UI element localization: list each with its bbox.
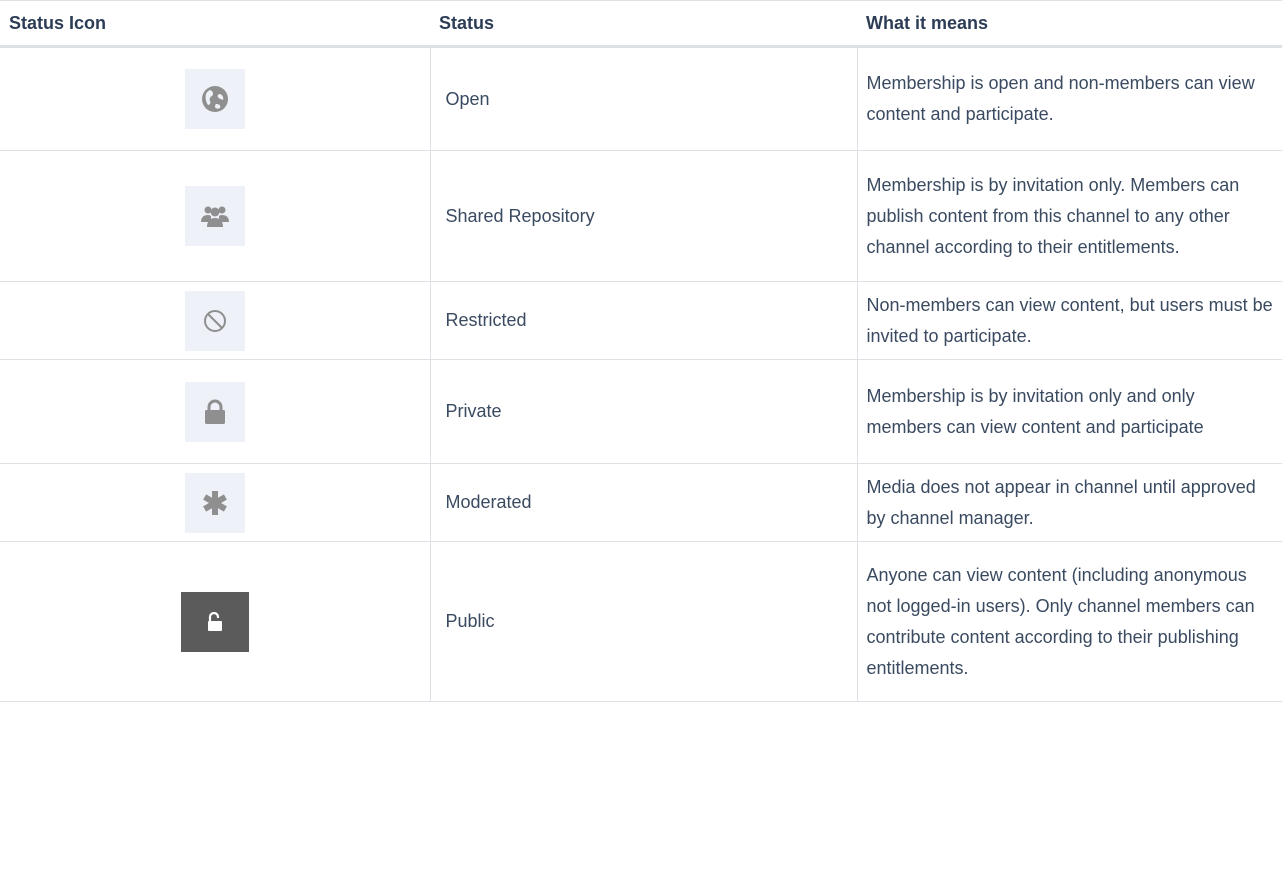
prohibited-icon (184, 290, 245, 351)
status-label: Open (429, 46, 857, 151)
status-description: Membership is by invitation only. Member… (856, 150, 1282, 282)
icon-cell (0, 541, 430, 702)
icon-cell (0, 281, 430, 360)
table-row: Restricted Non-members can view content,… (0, 281, 1282, 360)
header-status: Status (430, 0, 857, 48)
icon-cell (0, 359, 430, 464)
status-description: Non-members can view content, but users … (856, 281, 1282, 360)
header-what-it-means: What it means (857, 0, 1282, 48)
status-label: Private (429, 359, 857, 464)
status-description: Membership is open and non-members can v… (856, 46, 1282, 151)
asterisk-icon (184, 472, 245, 533)
icon-cell (0, 463, 430, 542)
status-label: Shared Repository (429, 150, 857, 282)
status-table: Status Icon Status What it means Open Me… (0, 0, 1282, 702)
status-label: Moderated (429, 463, 857, 542)
header-row: Status Icon Status What it means (0, 0, 1282, 48)
table-row: Moderated Media does not appear in chann… (0, 463, 1282, 542)
lock-icon (184, 381, 245, 442)
icon-cell (0, 46, 430, 151)
table-row: Shared Repository Membership is by invit… (0, 150, 1282, 282)
icon-cell (0, 150, 430, 282)
status-label: Restricted (429, 281, 857, 360)
status-description: Anyone can view content (including anony… (856, 541, 1282, 702)
table-row: Open Membership is open and non-members … (0, 46, 1282, 151)
table-row: Public Anyone can view content (includin… (0, 541, 1282, 702)
globe-icon (184, 69, 245, 129)
unlock-icon (180, 591, 249, 652)
group-icon (184, 186, 245, 246)
status-description: Membership is by invitation only and onl… (856, 359, 1282, 464)
table-row: Private Membership is by invitation only… (0, 359, 1282, 464)
table-header: Status Icon Status What it means (0, 0, 1282, 48)
status-label: Public (429, 541, 857, 702)
header-status-icon: Status Icon (0, 0, 430, 48)
status-description: Media does not appear in channel until a… (856, 463, 1282, 542)
